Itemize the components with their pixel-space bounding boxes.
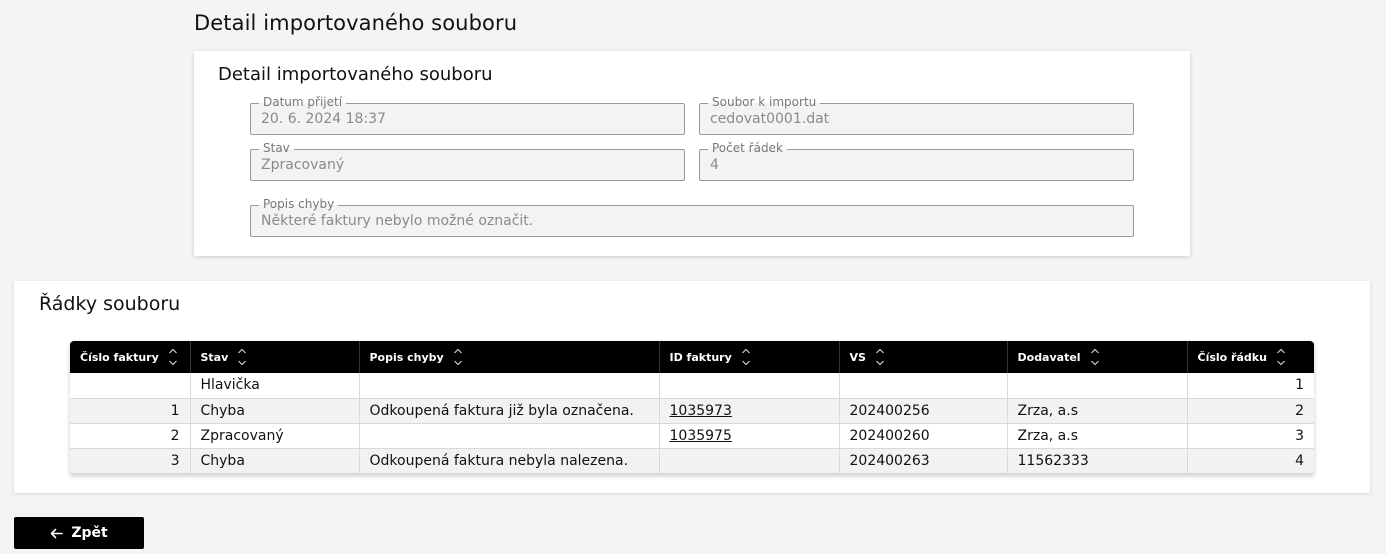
back-button[interactable]: Zpět (14, 517, 144, 549)
popis-chyby-value: Některé faktury nebylo možné označit. (261, 213, 534, 229)
column-header-label: ID faktury (669, 350, 732, 364)
column-header-label: Číslo řádku (1197, 350, 1267, 364)
cell-vs: 202400260 (839, 423, 1008, 449)
pocet-radek-value: 4 (710, 157, 719, 173)
column-header-label: Číslo faktury (80, 350, 159, 364)
id-faktury-link[interactable]: 1035973 (670, 403, 732, 419)
cell-popis-chyby (359, 373, 660, 399)
column-header-cislo-faktury[interactable]: Číslo faktury (70, 341, 191, 373)
cell-stav: Hlavička (190, 373, 360, 399)
cell-id-faktury (659, 373, 840, 399)
cell-cislo-faktury: 1 (70, 398, 191, 424)
cell-stav: Chyba (190, 448, 360, 474)
column-header-popis-chyby[interactable]: Popis chyby (359, 341, 660, 373)
column-header-cislo-radku[interactable]: Číslo řádku (1187, 341, 1314, 373)
cell-cislo-radku: 4 (1187, 448, 1314, 474)
sort-icon[interactable] (1275, 346, 1287, 368)
datum-prijeti-field[interactable]: Datum přijetí 20. 6. 2024 18:37 (250, 94, 685, 135)
pocet-radek-field[interactable]: Počet řádek 4 (699, 140, 1134, 181)
cell-stav: Chyba (190, 398, 360, 424)
table-row[interactable]: Hlavička 1 (70, 373, 1314, 399)
table-row[interactable]: 2 Zpracovaný 1035975 202400260 Zrza, a.s 3 (70, 423, 1314, 449)
cell-stav: Zpracovaný (190, 423, 360, 449)
column-header-id-faktury[interactable]: ID faktury (659, 341, 840, 373)
detail-card: Detail importovaného souboru Datum přije… (194, 51, 1190, 256)
sort-icon[interactable] (740, 346, 752, 368)
id-faktury-link[interactable]: 1035975 (670, 428, 732, 444)
popis-chyby-field[interactable]: Popis chyby Některé faktury nebylo možné… (250, 196, 1134, 237)
cell-cislo-faktury: 2 (70, 423, 191, 449)
cell-vs: 202400256 (839, 398, 1008, 424)
column-header-vs[interactable]: VS (839, 341, 1008, 373)
cell-dodavatel: 11562333 (1007, 448, 1188, 474)
cell-id-faktury[interactable]: 1035975 (659, 423, 840, 449)
table-row[interactable]: 1 Chyba Odkoupená faktura již byla označen… (70, 398, 1314, 424)
column-header-label: VS (849, 350, 866, 364)
cell-id-faktury[interactable]: 1035973 (659, 398, 840, 424)
cell-popis-chyby: Odkoupená faktura již byla označena. (359, 398, 660, 424)
table-header-row: Číslo faktury Stav Popis chyby ID faktury VS… (70, 341, 1314, 373)
soubor-k-importu-value: cedovat0001.dat (710, 111, 830, 127)
column-header-label: Popis chyby (369, 350, 444, 364)
rows-title: Řádky souboru (39, 293, 181, 315)
cell-cislo-radku: 1 (1187, 373, 1314, 399)
cell-cislo-radku: 2 (1187, 398, 1314, 424)
datum-prijeti-value: 20. 6. 2024 18:37 (261, 111, 386, 127)
sort-icon[interactable] (1089, 346, 1101, 368)
pocet-radek-label: Počet řádek (708, 140, 787, 156)
popis-chyby-label: Popis chyby (259, 196, 339, 212)
cell-vs (839, 373, 1008, 399)
column-header-label: Stav (200, 350, 229, 364)
soubor-k-importu-field[interactable]: Soubor k importu cedovat0001.dat (699, 94, 1134, 135)
sort-icon[interactable] (452, 346, 464, 368)
arrow-left-icon (51, 528, 64, 538)
table-row[interactable]: 3 Chyba Odkoupená faktura nebyla nalezena.… (70, 448, 1314, 474)
rows-table: Číslo faktury Stav Popis chyby ID faktury VS… (70, 341, 1314, 474)
cell-dodavatel (1007, 373, 1188, 399)
cell-dodavatel: Zrza, a.s (1007, 423, 1188, 449)
soubor-k-importu-label: Soubor k importu (708, 94, 821, 110)
cell-cislo-radku: 3 (1187, 423, 1314, 449)
sort-icon[interactable] (236, 346, 248, 368)
column-header-dodavatel[interactable]: Dodavatel (1007, 341, 1188, 373)
sort-icon[interactable] (167, 346, 179, 368)
cell-popis-chyby: Odkoupená faktura nebyla nalezena. (359, 448, 660, 474)
stav-field[interactable]: Stav Zpracovaný (250, 140, 685, 181)
cell-id-faktury (659, 448, 840, 474)
cell-dodavatel: Zrza, a.s (1007, 398, 1188, 424)
stav-value: Zpracovaný (261, 157, 345, 173)
stav-label: Stav (259, 140, 294, 156)
sort-icon[interactable] (874, 346, 886, 368)
cell-cislo-faktury (70, 373, 191, 399)
page-title: Detail importovaného souboru (194, 11, 518, 35)
cell-vs: 202400263 (839, 448, 1008, 474)
back-button-label: Zpět (71, 525, 108, 541)
column-header-stav[interactable]: Stav (190, 341, 360, 373)
datum-prijeti-label: Datum přijetí (259, 94, 347, 110)
rows-card: Řádky souboru Číslo faktury Stav Popis chy… (14, 281, 1370, 493)
detail-card-title: Detail importovaného souboru (218, 64, 493, 85)
column-header-label: Dodavatel (1017, 350, 1081, 364)
cell-cislo-faktury: 3 (70, 448, 191, 474)
cell-popis-chyby (359, 423, 660, 449)
